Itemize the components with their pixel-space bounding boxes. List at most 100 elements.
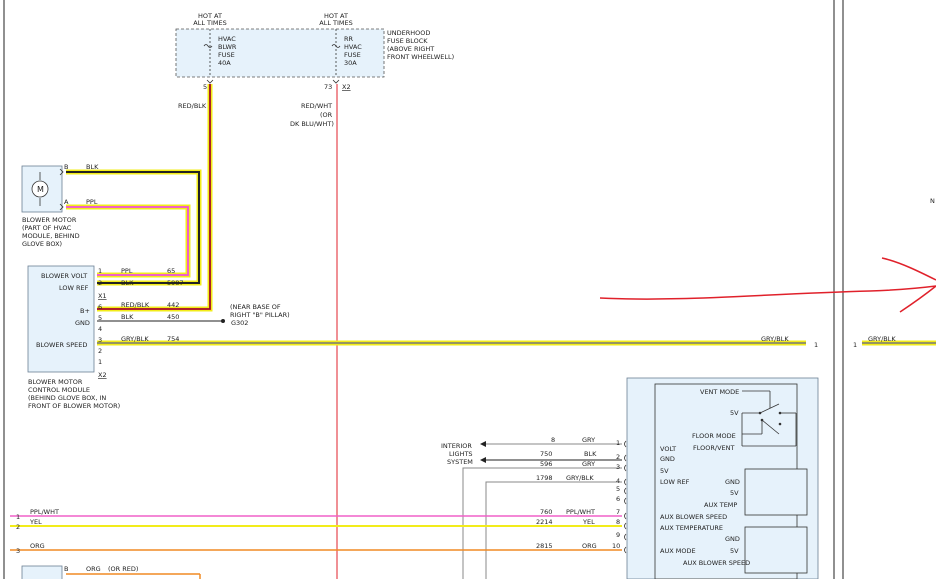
- fuse1-line4: 40A: [218, 59, 231, 67]
- cm-label-2: CONTROL MODULE: [28, 386, 90, 394]
- aux-connector-brackets: [624, 440, 627, 554]
- wiring-diagram: HOT AT ALL TIMES HOT AT ALL TIMES HVAC B…: [3, 0, 936, 579]
- hot-label-2b: ALL TIMES: [319, 19, 352, 27]
- aux-pin-10: 10: [612, 542, 620, 550]
- aux-blower-speed-label: AUX BLOWER SPEED: [683, 559, 750, 567]
- speed-pin-left: 1: [814, 341, 818, 349]
- fuse-block-label-3: (ABOVE RIGHT: [387, 45, 434, 53]
- ground-note-2: RIGHT "B" PILLAR): [230, 311, 290, 319]
- aux-pin-5: 5: [616, 485, 620, 493]
- cm-circuit-754: 754: [167, 335, 179, 343]
- speed-wire-right: GRY/BLK: [868, 335, 896, 343]
- motor-label-4: GLOVE BOX): [22, 240, 62, 248]
- blower-motor: M B A BLK PPL BLOWER MOTOR (PART OF HVAC…: [21, 163, 99, 248]
- ground-note-1: (NEAR BASE OF: [230, 303, 281, 311]
- motor-wire-ppl: PPL: [86, 198, 98, 206]
- bottom-motor-alt: (OR RED): [108, 565, 138, 573]
- aux-label-5v: 5V: [660, 467, 669, 475]
- motor-wire-blk: BLK: [86, 163, 99, 171]
- fuse1-line3: FUSE: [218, 51, 235, 59]
- aux-gnd-2: GND: [725, 535, 740, 543]
- cm-label-1: BLOWER MOTOR: [28, 378, 83, 386]
- fuse-pin-5: 5: [203, 83, 207, 91]
- aux-temp-sensor-box: [744, 468, 808, 516]
- left-feed-wire-1: PPL/WHT: [30, 508, 59, 516]
- interior-lights-2: LIGHTS: [449, 450, 473, 458]
- aux-pin-2: 2: [616, 453, 620, 461]
- left-feed-wire-3: ORG: [30, 542, 45, 550]
- speed-wire-label: GRY/BLK: [761, 335, 789, 343]
- cm-conn-x1: X1: [98, 292, 107, 300]
- aux-pin-1: 1: [616, 439, 620, 447]
- cm-pin-2: 2: [98, 279, 102, 287]
- aux-5v-2: 5V: [730, 547, 739, 555]
- left-feed-pin-2: 2: [16, 523, 20, 531]
- hot-label-1b: ALL TIMES: [193, 19, 226, 27]
- aux-wire-10: ORG: [582, 542, 597, 550]
- cm-label-3: (BEHIND GLOVE BOX, IN: [28, 394, 106, 402]
- aux-wire-7: PPL/WHT: [566, 508, 595, 516]
- cm-wire-blk: BLK: [121, 279, 134, 287]
- wire-ppl-blower-volt: [66, 204, 191, 278]
- cm-pin-1: 1: [98, 267, 102, 275]
- underhood-fuse-block: HOT AT ALL TIMES HOT AT ALL TIMES HVAC B…: [175, 12, 454, 91]
- cm-pin-1b: 1: [98, 358, 102, 366]
- aux-label-aux-temperature: AUX TEMPERATURE: [660, 524, 723, 532]
- fuse-block-label-2: FUSE BLOCK: [387, 37, 428, 45]
- wire-label-red-wht: RED/WHT: [301, 102, 332, 110]
- wire-label-dk-blu-wht: DK BLU/WHT): [290, 120, 334, 128]
- cm-circuit-450: 450: [167, 313, 179, 321]
- aux-circuit-8: 2214: [536, 518, 553, 526]
- aux-label-gnd: GND: [660, 455, 675, 463]
- red-arrow-annotation: [599, 257, 936, 313]
- aux-gnd-1: GND: [725, 478, 740, 486]
- cm-label-bplus: B+: [80, 307, 90, 315]
- cm-wire-blk-gnd: BLK: [121, 313, 134, 321]
- aux-floor-vent: FLOOR/VENT: [693, 444, 734, 452]
- cm-circuit-65: 65: [167, 267, 175, 275]
- aux-pin-9: 9: [616, 531, 620, 539]
- motor-pin-b: B: [64, 163, 68, 171]
- arrow-left-icon: [480, 457, 486, 463]
- ground-g302-icon: [221, 319, 225, 323]
- fuse-block-label-4: FRONT WHEELWELL): [387, 53, 454, 61]
- bottom-motor-pin: B: [64, 565, 68, 573]
- interior-lights-3: SYSTEM: [447, 458, 473, 466]
- fuse2-line3: FUSE: [344, 51, 361, 59]
- ground-id: G302: [231, 319, 248, 327]
- left-feed-wire-2: YEL: [29, 518, 42, 526]
- aux-wire-4: GRY/BLK: [566, 474, 594, 482]
- aux-blower-sensor-box: [744, 526, 808, 574]
- cm-label-low-ref: LOW REF: [59, 284, 89, 292]
- aux-floor-mode: FLOOR MODE: [692, 432, 736, 440]
- cm-conn-x2: X2: [98, 371, 107, 379]
- left-feed-pin-1: 1: [16, 513, 20, 521]
- cm-pin-5: 5: [98, 314, 102, 322]
- fuse1-line1: HVAC: [218, 35, 236, 43]
- aux-vent-mode: VENT MODE: [700, 388, 739, 396]
- fuse2-line2: HVAC: [344, 43, 362, 51]
- wire-gry-blk-1798: [485, 481, 622, 579]
- motor-label-2: (PART OF HVAC: [22, 224, 72, 232]
- cm-label-gnd: GND: [75, 319, 90, 327]
- aux-pin-3: 3: [616, 463, 620, 471]
- motor-pin-a: A: [64, 198, 69, 206]
- fuse1-line2: BLWR: [218, 43, 237, 51]
- aux-circuit-10: 2815: [536, 542, 553, 550]
- aux-circuit-3: 596: [540, 460, 552, 468]
- aux-label-low-ref: LOW REF: [660, 478, 690, 486]
- left-feed-pin-3: 3: [16, 547, 20, 555]
- blower-motor-control-module: BLOWER VOLT LOW REF B+ GND BLOWER SPEED …: [27, 265, 290, 410]
- aux-label-aux-blower-speed: AUX BLOWER SPEED: [660, 513, 727, 521]
- cm-pin-4: 4: [98, 325, 102, 333]
- aux-wire-1: GRY: [582, 436, 595, 444]
- wire-label-or: (OR: [320, 111, 333, 119]
- aux-label-aux-mode: AUX MODE: [660, 547, 696, 555]
- cm-label-blower-speed: BLOWER SPEED: [36, 341, 87, 349]
- aux-circuit-2: 750: [540, 450, 552, 458]
- aux-wire-3: GRY: [582, 460, 595, 468]
- aux-circuit-7: 760: [540, 508, 552, 516]
- cm-circuit-5987: 5987: [167, 279, 184, 287]
- aux-circuit-4: 1798: [536, 474, 553, 482]
- bottom-motor-fragment: B ORG (OR RED): [21, 565, 201, 579]
